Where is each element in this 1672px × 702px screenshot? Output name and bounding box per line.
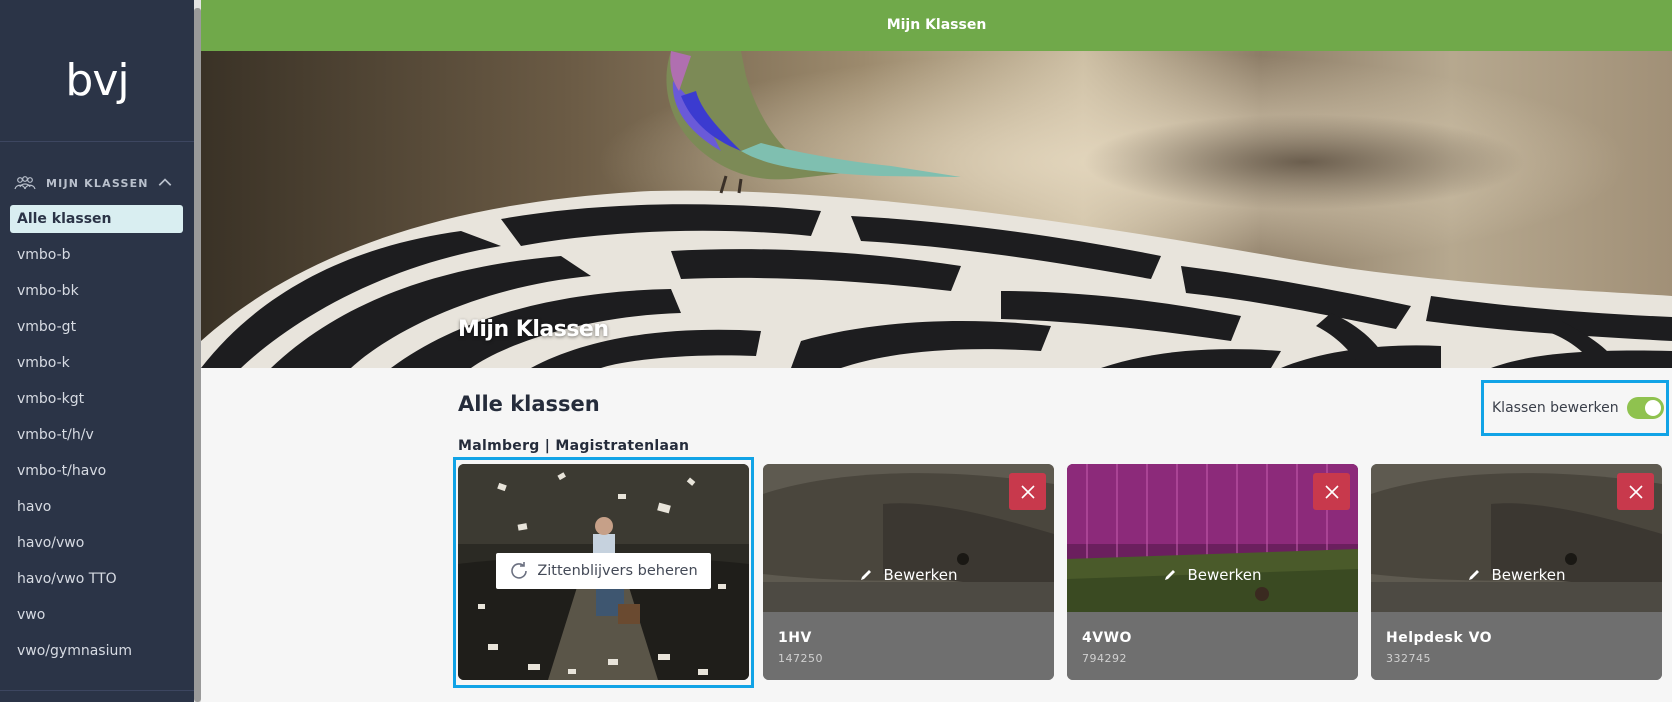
page-header-bar: Mijn Klassen <box>201 0 1672 51</box>
edit-classes-toggle-container: Klassen bewerken <box>1481 380 1669 436</box>
class-name: 1HV <box>778 630 812 646</box>
edit-class-label: Bewerken <box>1187 566 1262 584</box>
class-code: 147250 <box>778 652 823 665</box>
sidebar-item-vmbo-t-havo[interactable]: vmbo-t/havo <box>10 457 183 485</box>
class-card-helpdesk-vo[interactable]: Bewerken Helpdesk VO 332745 <box>1371 464 1662 680</box>
close-icon <box>1628 484 1643 499</box>
edit-class-button[interactable]: Bewerken <box>1371 566 1662 584</box>
chevron-up-icon[interactable] <box>154 175 176 191</box>
manage-repeaters-button[interactable]: Zittenblijvers beheren <box>496 553 711 589</box>
pencil-icon <box>1469 570 1480 580</box>
toggle-knob <box>1644 400 1661 416</box>
class-card-4vwo[interactable]: Bewerken 4VWO 794292 <box>1067 464 1358 680</box>
class-code: 794292 <box>1082 652 1127 665</box>
sidebar-item-vwo-gymnasium[interactable]: vwo/gymnasium <box>10 637 183 665</box>
edit-classes-toggle[interactable] <box>1626 397 1664 419</box>
refresh-icon <box>511 562 528 579</box>
sidebar-item-vmbo-thv[interactable]: vmbo-t/h/v <box>10 421 183 449</box>
class-group-icon <box>14 176 36 190</box>
sidebar-nav: Alle klassen vmbo-b vmbo-bk vmbo-gt vmbo… <box>10 205 183 673</box>
class-card-info: 4VWO 794292 <box>1067 612 1358 680</box>
pencil-icon <box>1165 570 1176 580</box>
class-card-info: Helpdesk VO 332745 <box>1371 612 1662 680</box>
app-logo[interactable]: bvj <box>0 55 194 106</box>
sidebar-item-vwo[interactable]: vwo <box>10 601 183 629</box>
class-code: 332745 <box>1386 652 1431 665</box>
class-card-info: 1HV 147250 <box>763 612 1054 680</box>
sidebar-item-vmbo-gt[interactable]: vmbo-gt <box>10 313 183 341</box>
sidebar-divider <box>0 141 194 142</box>
sidebar-item-vmbo-b[interactable]: vmbo-b <box>10 241 183 269</box>
edit-classes-label: Klassen bewerken <box>1492 400 1619 416</box>
edit-class-label: Bewerken <box>883 566 958 584</box>
school-label: Malmberg | Magistratenlaan <box>458 438 690 454</box>
edit-class-button[interactable]: Bewerken <box>1067 566 1358 584</box>
delete-class-button[interactable] <box>1617 473 1654 510</box>
edit-class-button[interactable]: Bewerken <box>763 566 1054 584</box>
sidebar-item-alle-klassen[interactable]: Alle klassen <box>10 205 183 233</box>
sidebar-section-header[interactable]: MIJN KLASSEN <box>14 173 184 193</box>
sidebar-section-label: MIJN KLASSEN <box>46 176 149 190</box>
sidebar: bvj MIJN KLASSEN Alle klassen vmbo-b vmb… <box>0 0 194 702</box>
manage-repeaters-label: Zittenblijvers beheren <box>537 563 698 579</box>
delete-class-button[interactable] <box>1009 473 1046 510</box>
edit-class-label: Bewerken <box>1491 566 1566 584</box>
class-name: Helpdesk VO <box>1386 630 1493 646</box>
sidebar-item-vmbo-kgt[interactable]: vmbo-kgt <box>10 385 183 413</box>
sidebar-item-havo[interactable]: havo <box>10 493 183 521</box>
page-title: Alle klassen <box>458 392 600 416</box>
hero-title: Mijn Klassen <box>458 317 609 342</box>
class-card-1hv[interactable]: Bewerken 1HV 147250 <box>763 464 1054 680</box>
sidebar-item-vmbo-bk[interactable]: vmbo-bk <box>10 277 183 305</box>
sidebar-item-havo-vwo-tto[interactable]: havo/vwo TTO <box>10 565 183 593</box>
sidebar-scrollbar-thumb[interactable] <box>194 8 201 702</box>
delete-class-button[interactable] <box>1313 473 1350 510</box>
repeaters-card[interactable]: Zittenblijvers beheren <box>458 464 749 680</box>
pencil-icon <box>861 570 872 580</box>
close-icon <box>1324 484 1339 499</box>
sidebar-divider-bottom <box>0 690 194 691</box>
sidebar-item-vmbo-k[interactable]: vmbo-k <box>10 349 183 377</box>
close-icon <box>1020 484 1035 499</box>
hero-banner: Mijn Klassen <box>201 51 1672 368</box>
class-name: 4VWO <box>1082 630 1132 646</box>
sidebar-item-havo-vwo[interactable]: havo/vwo <box>10 529 183 557</box>
hero-image <box>201 51 1672 368</box>
